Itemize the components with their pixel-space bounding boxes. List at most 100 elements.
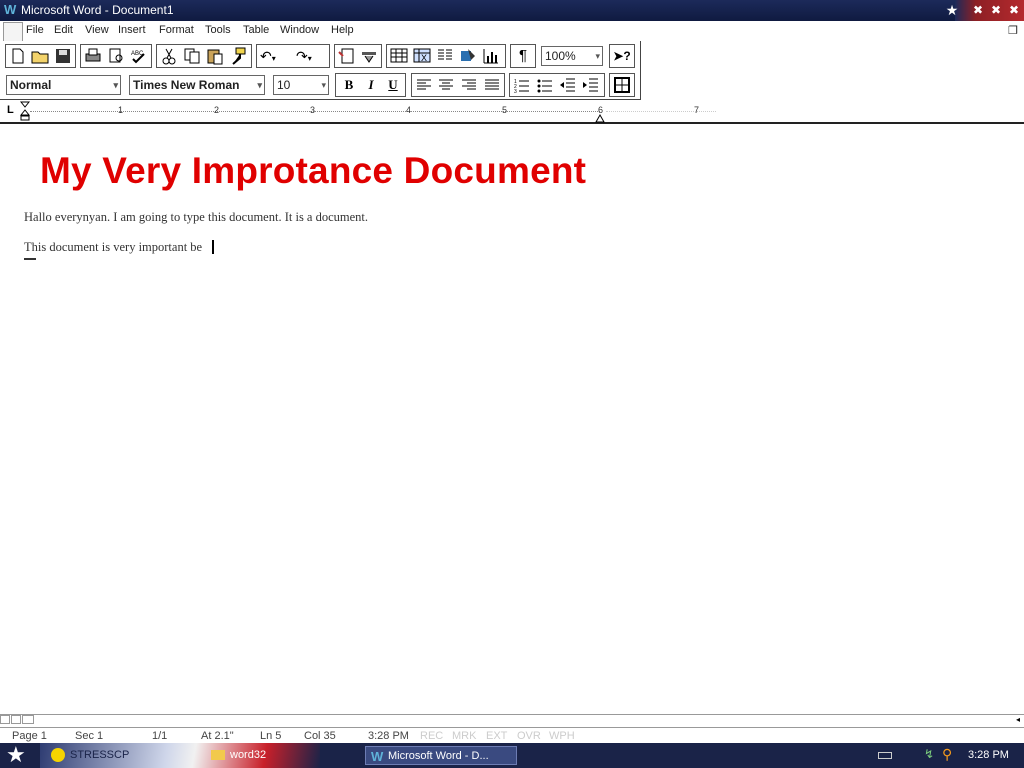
print-preview-icon[interactable] [107,47,125,65]
taskbar: ★ STRESSCP word32 W Microsoft Word - D..… [0,743,1024,768]
list-group: 123 [509,73,605,97]
word-app-icon[interactable]: W [4,2,19,18]
chevron-down-icon: ▾ [595,51,600,61]
autoformat-icon[interactable] [360,47,378,65]
insert-spreadsheet-icon[interactable]: X [413,47,431,65]
keyboard-icon[interactable] [878,752,892,759]
borders-icon[interactable] [613,76,631,94]
page-layout-view-button[interactable] [11,715,21,724]
star-icon[interactable]: ★ [942,2,962,18]
menu-table[interactable]: Table [243,24,269,36]
paragraph-2: This document is very important be [24,240,203,254]
end-of-document-mark [24,258,36,260]
font-size-value: 10 [277,78,291,92]
spelling-icon[interactable]: ABC [130,47,148,65]
right-indent-marker-icon[interactable] [595,110,605,123]
ruler-number: 7 [694,105,700,115]
insert-table-icon[interactable] [390,47,408,65]
italic-button[interactable]: I [361,75,381,95]
autotext-icon[interactable] [338,47,356,65]
redo-icon[interactable]: ↷▾ [296,47,320,65]
status-ext[interactable]: EXT [486,730,507,742]
drawing-icon[interactable] [459,47,477,65]
menu-window[interactable]: Window [280,24,319,36]
task-stresscp[interactable]: STRESSCP [48,746,220,765]
font-size-dropdown[interactable]: 10 ▾ [273,75,329,95]
indent-marker-icon[interactable] [19,101,31,121]
svg-text:X: X [421,53,427,63]
status-column: Col 35 [304,730,336,742]
status-mrk[interactable]: MRK [452,730,476,742]
align-center-icon[interactable] [437,76,455,94]
font-value: Times New Roman [133,78,240,92]
menu-help[interactable]: Help [331,24,354,36]
clipboard-group [156,44,252,68]
cut-icon[interactable] [160,47,178,65]
menu-edit[interactable]: Edit [54,24,73,36]
undo-redo-group: ↶▾ ↷▾ [256,44,330,68]
font-dropdown[interactable]: Times New Roman ▾ [129,75,265,95]
window-title: Microsoft Word - Document1 [21,3,174,17]
print-icon[interactable] [84,47,102,65]
menu-tools[interactable]: Tools [205,24,231,36]
start-star-icon[interactable]: ★ [6,744,32,767]
decrease-indent-icon[interactable] [559,76,577,94]
status-at: At 2.1" [201,730,234,742]
file-group [5,44,76,68]
undo-icon[interactable]: ↶▾ [260,47,284,65]
minimize-button[interactable]: ✖ [968,2,988,18]
new-document-icon[interactable] [9,47,27,65]
maximize-button[interactable]: ✖ [986,2,1006,18]
chevron-down-icon: ▾ [257,80,262,90]
status-rec[interactable]: REC [420,730,443,742]
style-dropdown[interactable]: Normal ▾ [6,75,121,95]
document-area[interactable]: My Very Improtance Document Hallo everyn… [0,124,1024,714]
menu-view[interactable]: View [85,24,109,36]
menu-insert[interactable]: Insert [118,24,146,36]
show-hide-group: ¶ [510,44,536,68]
underline-button[interactable]: U [383,75,403,95]
scroll-right-icon[interactable]: ◂ [1012,715,1024,724]
task-microsoft-word[interactable]: W Microsoft Word - D... [365,746,517,765]
bold-button[interactable]: B [339,75,359,95]
normal-view-button[interactable] [0,715,10,724]
restore-icon[interactable]: ❐ [1008,24,1018,37]
zoom-dropdown[interactable]: 100% ▾ [541,46,603,66]
toolbar-area: ABC ↶▾ ↷▾ X ¶ 100% ▾ ➤? Normal ▾ Times N… [0,41,641,100]
insert-chart-icon[interactable] [482,47,500,65]
ruler-number: 4 [406,105,412,115]
ruler-number: 5 [502,105,508,115]
document-icon[interactable] [3,22,23,42]
bullet-list-icon[interactable] [536,76,554,94]
network-icon[interactable]: ↯ [924,747,934,761]
save-icon[interactable] [54,47,72,65]
close-button[interactable]: ✖ [1004,2,1024,18]
tab-selector[interactable]: L [7,104,14,116]
document-heading: My Very Improtance Document [40,150,587,191]
status-ovr[interactable]: OVR [517,730,541,742]
menu-format[interactable]: Format [159,24,194,36]
increase-indent-icon[interactable] [582,76,600,94]
style-value: Normal [10,78,52,92]
pilcrow-icon[interactable]: ¶ [514,46,532,66]
horizontal-scrollbar[interactable]: ◂ [0,714,1024,725]
context-help-icon[interactable]: ➤? [612,46,632,66]
align-right-icon[interactable] [460,76,478,94]
ruler[interactable]: L 1 2 3 4 5 6 7 [0,100,1024,124]
paragraph-1: Hallo everynyan. I am going to type this… [24,210,369,224]
font-style-group: B I U [335,73,406,97]
task-word32[interactable]: word32 [208,746,380,765]
search-icon[interactable]: ⚲ [942,746,952,763]
open-folder-icon[interactable] [31,47,49,65]
status-wph[interactable]: WPH [549,730,575,742]
format-painter-icon[interactable] [229,47,247,65]
borders-group [609,73,635,97]
columns-icon[interactable] [436,47,454,65]
align-left-icon[interactable] [415,76,433,94]
menu-file[interactable]: File [26,24,44,36]
copy-icon[interactable] [183,47,201,65]
paste-icon[interactable] [206,47,224,65]
numbered-list-icon[interactable]: 123 [513,76,531,95]
justify-icon[interactable] [483,76,501,94]
outline-view-button[interactable] [22,715,34,724]
